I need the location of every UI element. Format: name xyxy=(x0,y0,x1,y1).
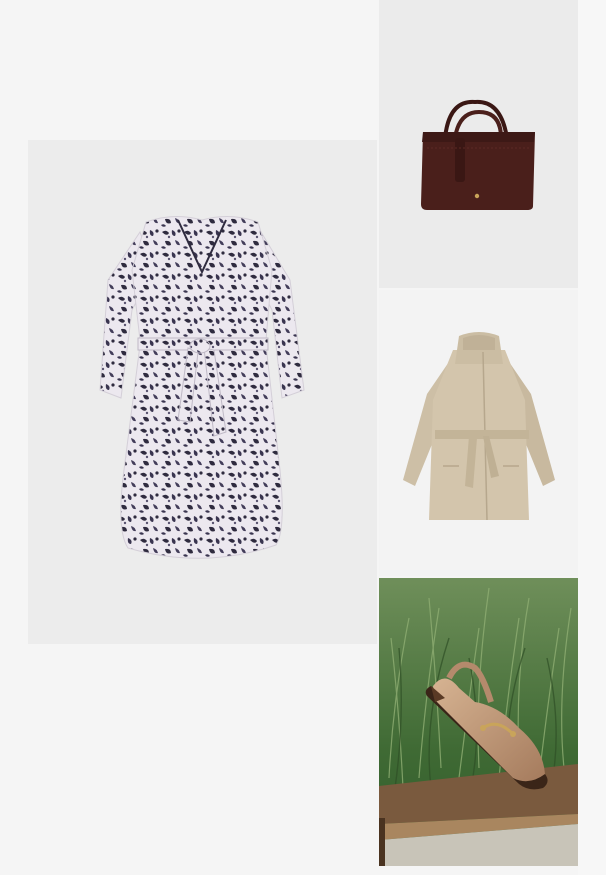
coat-image xyxy=(403,332,555,521)
product-tile-coat[interactable] xyxy=(379,290,578,576)
dress-image xyxy=(99,216,305,559)
product-tile-handbag[interactable] xyxy=(379,0,578,288)
product-tile-loafer[interactable] xyxy=(379,578,578,866)
loafer-image xyxy=(379,578,578,866)
product-tile-dress[interactable] xyxy=(28,140,377,644)
page-gutter xyxy=(578,0,606,875)
handbag-image xyxy=(421,99,535,210)
